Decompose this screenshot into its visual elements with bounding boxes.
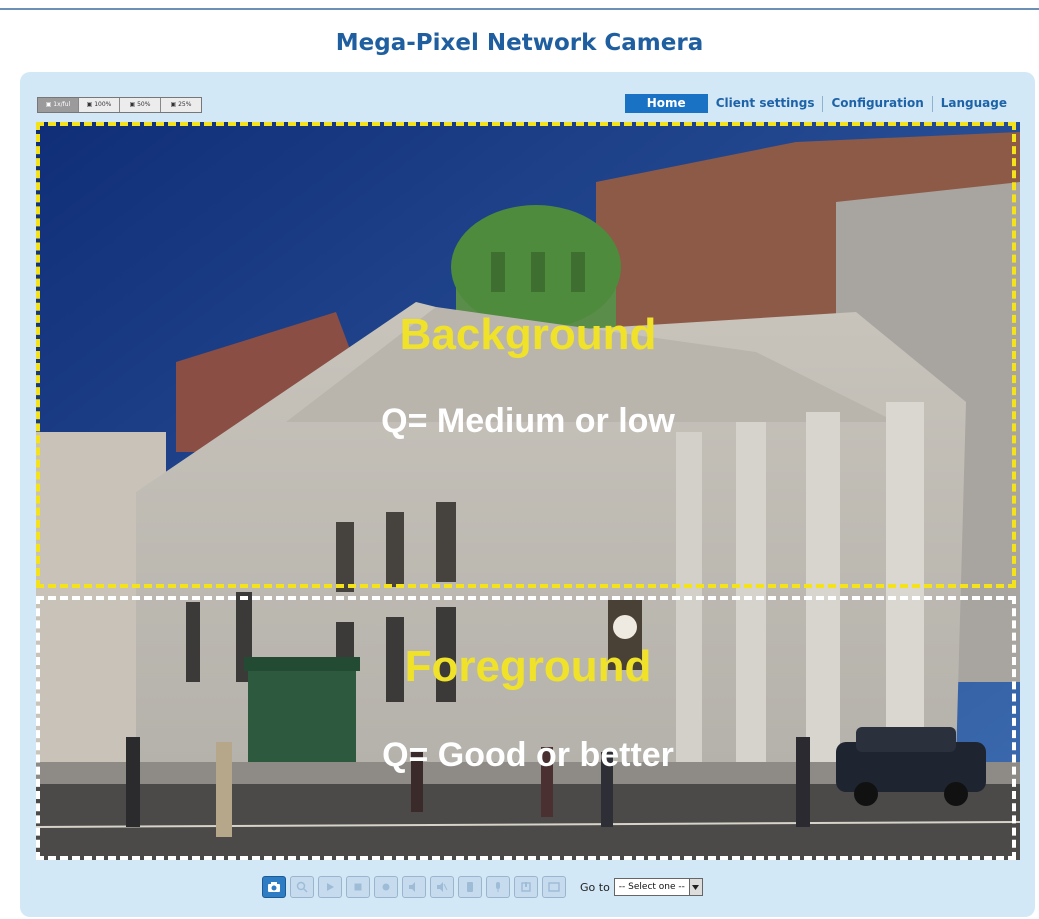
foreground-region bbox=[36, 596, 1016, 860]
mute-button[interactable] bbox=[430, 876, 454, 898]
volume-icon bbox=[409, 882, 415, 892]
nav-home[interactable]: Home bbox=[624, 94, 708, 113]
mute-icon bbox=[437, 882, 448, 892]
record-icon bbox=[382, 883, 390, 891]
digital-zoom-icon bbox=[296, 881, 308, 893]
foreground-label: Foreground bbox=[404, 642, 652, 691]
page-title: Mega-Pixel Network Camera bbox=[335, 30, 704, 56]
microphone-button[interactable] bbox=[486, 876, 510, 898]
play-button[interactable] bbox=[318, 876, 342, 898]
nav-client-settings[interactable]: Client settings bbox=[708, 94, 823, 113]
background-label: Background bbox=[399, 310, 657, 359]
volume-button[interactable] bbox=[402, 876, 426, 898]
background-quality-label: Q= Medium or low bbox=[381, 402, 675, 440]
fullscreen-button[interactable] bbox=[542, 876, 566, 898]
zoom-option-25[interactable]: ▣ 25% bbox=[161, 98, 201, 112]
digital-zoom-button[interactable] bbox=[290, 876, 314, 898]
zoom-option-50[interactable]: ▣ 50% bbox=[120, 98, 161, 112]
zoom-option-100[interactable]: ▣ 100% bbox=[79, 98, 120, 112]
record-button[interactable] bbox=[374, 876, 398, 898]
nav-language[interactable]: Language bbox=[933, 94, 1015, 113]
goto-select-value: -- Select one -- bbox=[618, 882, 685, 892]
header-rule bbox=[0, 8, 1039, 10]
control-toolbar: Go to -- Select one -- bbox=[262, 876, 703, 898]
snapshot-icon bbox=[268, 882, 280, 892]
chevron-down-icon[interactable] bbox=[688, 879, 702, 895]
play-icon bbox=[327, 883, 334, 891]
talk-icon bbox=[467, 882, 473, 892]
foreground-quality-label: Q= Good or better bbox=[382, 736, 674, 774]
goto-label: Go to bbox=[580, 880, 610, 894]
live-video-view[interactable]: Background Q= Medium or low Foreground Q… bbox=[36, 122, 1020, 860]
manual-trigger-icon bbox=[521, 882, 531, 892]
fullscreen-icon bbox=[548, 882, 560, 892]
manual-trigger-button[interactable] bbox=[514, 876, 538, 898]
stop-icon bbox=[354, 883, 362, 891]
nav-configuration[interactable]: Configuration bbox=[823, 94, 931, 113]
top-nav: Home Client settings Configuration Langu… bbox=[624, 94, 1015, 113]
stop-button[interactable] bbox=[346, 876, 370, 898]
snapshot-button[interactable] bbox=[262, 876, 286, 898]
zoom-selector: ▣ 1x/ful ▣ 100% ▣ 50% ▣ 25% bbox=[37, 97, 202, 113]
zoom-option-full[interactable]: ▣ 1x/ful bbox=[38, 98, 79, 112]
microphone-icon bbox=[496, 882, 500, 892]
talk-button[interactable] bbox=[458, 876, 482, 898]
goto-select[interactable]: -- Select one -- bbox=[613, 878, 703, 896]
